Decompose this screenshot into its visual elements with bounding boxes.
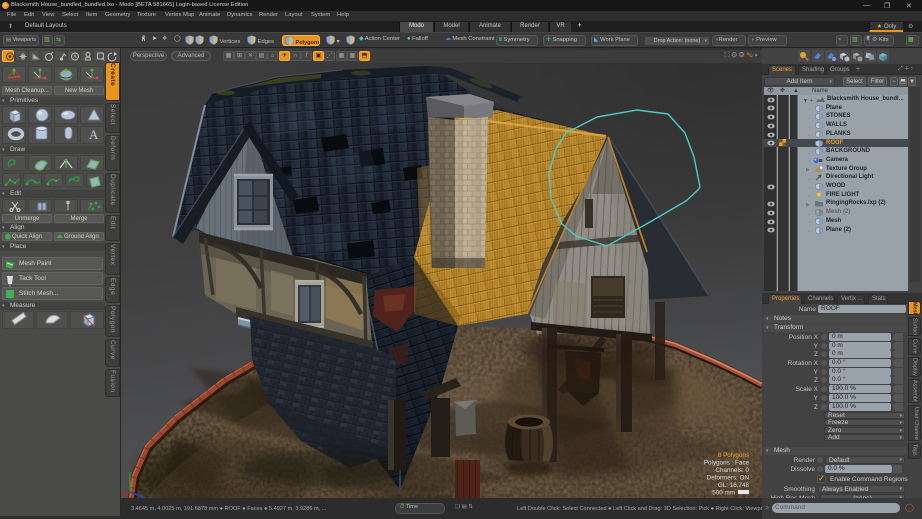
svg-text:GL: 16,748: GL: 16,748 xyxy=(718,482,750,489)
svg-text:Channels: 0: Channels: 0 xyxy=(715,467,749,474)
svg-text:Deformers: ON: Deformers: ON xyxy=(707,475,750,482)
svg-text:500 mm: 500 mm xyxy=(712,490,735,497)
svg-text:A: A xyxy=(89,127,99,142)
svg-text:8 Polygons: 8 Polygons xyxy=(718,452,749,459)
svg-text:Polygons : Face: Polygons : Face xyxy=(704,460,750,467)
